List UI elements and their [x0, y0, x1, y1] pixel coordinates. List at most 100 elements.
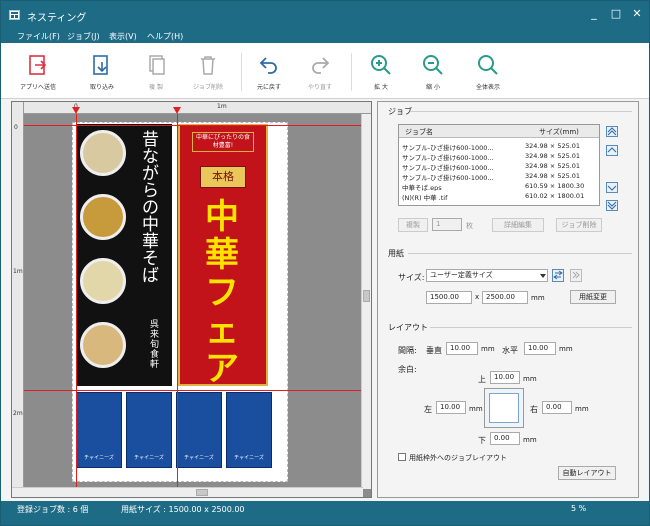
undo-button[interactable]: 元に戻す [247, 51, 291, 95]
close-button[interactable]: ✕ [628, 6, 646, 22]
margin-left-input[interactable]: 10.00 [436, 401, 466, 414]
window-title: ネスティング [27, 13, 87, 24]
job-row-size: 610.59 × 1800.30 [525, 182, 585, 190]
zoom-out-label: 縮 小 [426, 84, 440, 91]
move-bottom-button[interactable] [606, 200, 618, 211]
layout-section-title: レイアウト [388, 323, 428, 332]
nesting-canvas[interactable]: 0 1m 0 1m 2m 昔ながらの中華そば 呉来旬食軒 中華にぴったりの食材豊… [11, 101, 372, 498]
copy-count-stepper[interactable]: 1 [432, 218, 462, 231]
paper-next-button[interactable] [570, 269, 582, 282]
copy-label: 複 製 [149, 84, 163, 91]
maximize-button[interactable]: □ [607, 6, 625, 22]
horizontal-spacing-input[interactable]: 10.00 [524, 342, 556, 355]
import-button[interactable]: 取り込み [80, 51, 124, 95]
minimize-button[interactable]: _ [585, 6, 603, 22]
job-row[interactable]: サンプル-ひざ掛け600-1000... 324.98 × 525.01 [399, 142, 599, 151]
margin-preview-inner [489, 393, 519, 423]
margin-top-unit: mm [523, 375, 537, 383]
horizontal-ruler: 0 1m [12, 102, 371, 114]
delete-job-button[interactable]: ジョブ削除 [186, 51, 230, 95]
up-icon [607, 147, 617, 153]
detail-edit-button[interactable]: 詳細編集 [492, 218, 544, 232]
job-row-size: 610.02 × 1800.01 [525, 192, 585, 200]
job-delete-button[interactable]: ジョブ削除 [556, 218, 602, 232]
ramen-bowl-image [80, 130, 126, 176]
job-row-name: サンプル-ひざ掛け600-1000... [402, 154, 494, 161]
guide-line-middle[interactable] [24, 390, 364, 391]
paper-unit-label: mm [531, 294, 545, 302]
auto-layout-button[interactable]: 自動レイアウト [558, 466, 616, 480]
vertical-scroll-thumb[interactable] [363, 290, 370, 302]
margin-right-input[interactable]: 0.00 [542, 401, 572, 414]
job-list-header: ジョブ名 サイズ(mm) [399, 125, 599, 138]
vertical-spacing-input[interactable]: 10.00 [446, 342, 478, 355]
fit-all-button[interactable]: 全体表示 [466, 51, 510, 95]
move-up-button[interactable] [606, 145, 618, 156]
menu-help[interactable]: ヘルプ(H) [147, 31, 183, 42]
small-poster-label: チャイニーズ [234, 455, 264, 461]
margin-preview [484, 388, 524, 428]
undo-label: 元に戻す [256, 84, 281, 91]
zoom-out-button[interactable]: 縮 小 [411, 51, 455, 95]
job-row[interactable]: サンプル-ひざ掛け600-1000... 324.98 × 525.01 [399, 162, 599, 171]
ruler-v-0: 0 [14, 124, 18, 131]
paper-orientation-button[interactable] [552, 269, 564, 282]
job-small-poster[interactable]: チャイニーズ [226, 392, 272, 468]
horizontal-spacing-unit: mm [559, 345, 573, 353]
horizontal-spacing-label: 水平 [502, 346, 518, 355]
paper-size-select[interactable]: ユーザー定義サイズ [426, 269, 548, 282]
margin-top-label: 上 [478, 375, 486, 384]
job-list[interactable]: ジョブ名 サイズ(mm) サンプル-ひざ掛け600-1000... 324.98 … [398, 124, 600, 206]
status-bar: 登録ジョブ数 : 6 個 用紙サイズ : 1500.00 x 2500.00 5… [1, 501, 649, 525]
fit-icon [478, 55, 498, 75]
job-row-name: サンプル-ひざ掛け600-1000... [402, 164, 494, 171]
guide-line-right[interactable] [177, 114, 178, 489]
paper-width-input[interactable]: 1500.00 [426, 291, 472, 304]
delete-job-label: ジョブ削除 [192, 84, 223, 91]
job-row[interactable]: サンプル-ひざ掛け600-1000... 324.98 × 525.01 [399, 172, 599, 181]
toolbar: アプリへ送信 取り込み 複 製 ジョブ削除 元に戻す やり直す 拡 大 縮 小 … [1, 43, 649, 99]
guide-line-top[interactable] [24, 125, 364, 126]
job-poster-chinese-fair[interactable]: 中華にぴったりの食材豊富! 本格 中華フェア [178, 124, 268, 388]
copy-button[interactable]: 複 製 [134, 51, 178, 95]
menu-job[interactable]: ジョブ(J) [67, 31, 100, 42]
app-window: ネスティング _ □ ✕ ファイル(F) ジョブ(J) 表示(V) ヘルプ(H)… [0, 0, 650, 526]
ramen-bowl-image [80, 258, 126, 304]
job-small-poster[interactable]: チャイニーズ [126, 392, 172, 468]
paper-height-input[interactable]: 2500.00 [482, 291, 528, 304]
job-row[interactable]: サンプル-ひざ掛け600-1000... 324.98 × 525.01 [399, 152, 599, 161]
chevron-down-icon [540, 274, 546, 278]
job-row[interactable]: (N)(R) 中華 .tif 610.02 × 1800.01 [399, 192, 599, 201]
margin-bottom-input[interactable]: 0.00 [490, 432, 520, 445]
margin-top-input[interactable]: 10.00 [490, 371, 520, 384]
right-marker-icon[interactable] [173, 107, 181, 114]
job-poster-ramen[interactable]: 昔ながらの中華そば 呉来旬食軒 [76, 124, 172, 386]
job-small-poster[interactable]: チャイニーズ [176, 392, 222, 468]
guide-line-left[interactable] [76, 114, 77, 489]
duplicate-button[interactable]: 複製 [398, 218, 428, 232]
zoom-in-button[interactable]: 拡 大 [359, 51, 403, 95]
margin-right-unit: mm [575, 405, 589, 413]
job-small-poster[interactable]: チャイニーズ [76, 392, 122, 468]
paper-change-button[interactable]: 用紙変更 [570, 290, 616, 304]
redo-button[interactable]: やり直す [298, 51, 342, 95]
menu-bar: ファイル(F) ジョブ(J) 表示(V) ヘルプ(H) [1, 29, 649, 43]
menu-file[interactable]: ファイル(F) [17, 31, 60, 42]
toolbar-separator [351, 53, 352, 91]
horizontal-scroll-thumb[interactable] [196, 489, 208, 496]
job-row-name: 中華そば.eps [402, 184, 442, 191]
send-to-app-button[interactable]: アプリへ送信 [16, 51, 60, 95]
job-row[interactable]: 中華そば.eps 610.59 × 1800.30 [399, 182, 599, 191]
move-down-button[interactable] [606, 182, 618, 193]
horizontal-scrollbar[interactable] [12, 487, 363, 497]
job-row-size: 324.98 × 525.01 [525, 162, 581, 170]
vertical-scrollbar[interactable] [361, 114, 371, 489]
section-divider [410, 111, 632, 112]
menu-view[interactable]: 表示(V) [109, 31, 137, 42]
move-top-button[interactable] [606, 126, 618, 137]
left-marker-icon[interactable] [72, 107, 80, 114]
undo-icon [259, 57, 277, 74]
section-divider [408, 253, 632, 254]
status-zoom: 5 % [571, 504, 587, 513]
outside-layout-checkbox[interactable] [398, 453, 406, 461]
